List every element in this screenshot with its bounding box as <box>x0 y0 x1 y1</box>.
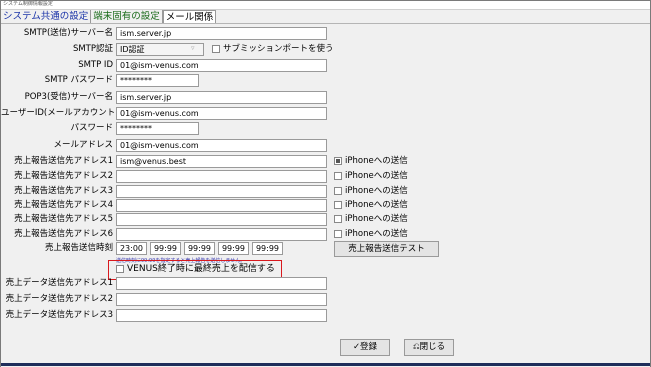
iphone-send-2-checkbox[interactable]: iPhoneへの送信 <box>334 170 408 182</box>
smtp-id-input[interactable]: 01@ism-venus.com <box>116 59 327 72</box>
send-time-5-input[interactable]: 99:99 <box>252 242 283 255</box>
checkbox-checked-icon <box>334 157 342 165</box>
tab-terminal-specific[interactable]: 端末固有の設定 <box>91 10 163 23</box>
checkbox-icon <box>334 230 342 238</box>
mail-address-input[interactable]: 01@ism-venus.com <box>116 139 327 152</box>
mail-settings-panel: SMTP(送信)サーバー名 ism.server.jp SMTP認証 ID認証 … <box>1 23 650 367</box>
smtp-password-label: SMTP パスワード <box>44 75 113 85</box>
venus-final-sales-label: VENUS終了時に最終売上を配信する <box>127 264 275 274</box>
sales-report-test-button[interactable]: 売上報告送信テスト <box>334 241 439 257</box>
pop3-server-label: POP3(受信)サーバー名 <box>24 92 113 102</box>
checkbox-icon <box>334 172 342 180</box>
iphone-send-4-label: iPhoneへの送信 <box>345 200 408 210</box>
checkbox-icon <box>334 215 342 223</box>
checkbox-icon <box>334 187 342 195</box>
data-address-2-input[interactable] <box>116 293 327 306</box>
data-address-3-label: 売上データ送信先アドレス3 <box>5 310 113 320</box>
send-time-3-input[interactable]: 99:99 <box>184 242 215 255</box>
iphone-send-1-label: iPhoneへの送信 <box>345 156 408 166</box>
iphone-send-5-checkbox[interactable]: iPhoneへの送信 <box>334 213 408 225</box>
iphone-send-6-checkbox[interactable]: iPhoneへの送信 <box>334 228 408 240</box>
app-window: システム制御情報設定 システム共通の設定 端末固有の設定 メール関係 SMTP(… <box>0 0 651 367</box>
sales-address-3-label: 売上報告送信先アドレス3 <box>14 186 113 196</box>
mail-address-label: メールアドレス <box>53 140 113 150</box>
submission-port-checkbox[interactable]: サブミッションポートを使う <box>212 43 334 55</box>
iphone-send-4-checkbox[interactable]: iPhoneへの送信 <box>334 199 408 211</box>
submission-port-label: サブミッションポートを使う <box>223 44 334 54</box>
sales-address-5-label: 売上報告送信先アドレス5 <box>14 214 113 224</box>
sales-address-1-label: 売上報告送信先アドレス1 <box>14 156 113 166</box>
user-id-input[interactable]: 01@ism-venus.com <box>116 107 327 120</box>
iphone-send-3-checkbox[interactable]: iPhoneへの送信 <box>334 185 408 197</box>
bottom-bar <box>1 363 650 366</box>
data-address-1-label: 売上データ送信先アドレス1 <box>5 278 113 288</box>
tab-system-common[interactable]: システム共通の設定 <box>1 10 92 23</box>
sales-address-2-label: 売上報告送信先アドレス2 <box>14 171 113 181</box>
iphone-send-6-label: iPhoneへの送信 <box>345 229 408 239</box>
iphone-send-2-label: iPhoneへの送信 <box>345 171 408 181</box>
pop3-server-input[interactable]: ism.server.jp <box>116 91 327 104</box>
title-bar: システム制御情報設定 <box>1 1 650 10</box>
window-title: システム制御情報設定 <box>3 1 53 7</box>
send-time-1-input[interactable]: 23:00 <box>116 242 147 255</box>
data-address-1-input[interactable] <box>116 277 327 290</box>
chevron-down-icon: ▿ <box>191 44 195 52</box>
venus-final-sales-checkbox[interactable]: VENUS終了時に最終売上を配信する <box>116 263 275 275</box>
checkbox-icon <box>212 45 220 53</box>
smtp-auth-label: SMTP認証 <box>72 44 113 54</box>
user-id-label: ユーザーID(メールアカウント) <box>1 108 119 118</box>
tab-mail[interactable]: メール関係 <box>162 10 217 23</box>
data-address-2-label: 売上データ送信先アドレス2 <box>5 294 113 304</box>
password-label: パスワード <box>70 123 113 133</box>
smtp-password-input[interactable]: ******** <box>116 74 199 87</box>
smtp-server-input[interactable]: ism.server.jp <box>116 27 327 40</box>
sales-address-1-input[interactable]: ism@venus.best <box>116 155 327 168</box>
register-button[interactable]: ✓登録 <box>340 339 390 356</box>
sales-address-4-label: 売上報告送信先アドレス4 <box>14 200 113 210</box>
password-input[interactable]: ******** <box>116 122 199 135</box>
send-time-label: 売上報告送信時刻 <box>44 243 113 253</box>
smtp-id-label: SMTP ID <box>78 60 113 70</box>
checkbox-icon <box>116 265 124 273</box>
send-time-2-input[interactable]: 99:99 <box>150 242 181 255</box>
smtp-server-label: SMTP(送信)サーバー名 <box>23 28 113 38</box>
sales-address-6-label: 売上報告送信先アドレス6 <box>14 229 113 239</box>
send-time-4-input[interactable]: 99:99 <box>218 242 249 255</box>
iphone-send-1-checkbox[interactable]: iPhoneへの送信 <box>334 155 408 167</box>
sales-address-2-input[interactable] <box>116 170 327 183</box>
sales-address-5-input[interactable] <box>116 213 327 226</box>
tab-bar: システム共通の設定 端末固有の設定 メール関係 <box>1 10 217 23</box>
sales-address-6-input[interactable] <box>116 228 327 241</box>
checkbox-icon <box>334 201 342 209</box>
iphone-send-3-label: iPhoneへの送信 <box>345 186 408 196</box>
sales-address-3-input[interactable] <box>116 185 327 198</box>
close-button[interactable]: ⎌閉じる <box>404 339 454 356</box>
data-address-3-input[interactable] <box>116 309 327 322</box>
sales-address-4-input[interactable] <box>116 199 327 212</box>
iphone-send-5-label: iPhoneへの送信 <box>345 214 408 224</box>
